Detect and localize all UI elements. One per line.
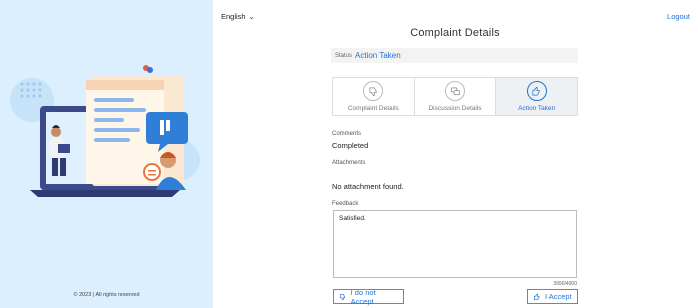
status-bar: Status Action Taken	[331, 48, 578, 63]
attachments-value: No attachment found.	[332, 182, 404, 191]
thumb-down-icon	[363, 81, 384, 101]
logout-link[interactable]: Logout	[667, 12, 690, 21]
char-counter: 3990/4000	[553, 281, 577, 287]
decline-label: I do not Accept	[350, 287, 376, 306]
copyright-text: © 2023 | All rights reserved	[73, 292, 140, 298]
tab-discussion-details[interactable]: Discussion Details	[415, 78, 497, 115]
feedback-textarea[interactable]: Satisfied.	[333, 210, 577, 278]
language-selector[interactable]: English ⌄	[221, 12, 254, 21]
tab-action-taken[interactable]: Action Taken	[496, 78, 578, 115]
main-content: English ⌄ Logout Complaint Details Statu…	[213, 0, 698, 308]
chevron-down-icon: ⌄	[248, 13, 255, 21]
tab-label: Action Taken	[518, 105, 556, 112]
thumb-down-icon	[339, 293, 346, 300]
feedback-label: Feedback	[332, 201, 359, 207]
page-title: Complaint Details	[410, 27, 500, 39]
language-label: English	[221, 12, 246, 21]
status-value: Action Taken	[355, 51, 401, 60]
status-label: Status	[335, 52, 353, 59]
thumb-up-icon	[534, 293, 540, 300]
tab-complaint-details[interactable]: Complaint Details	[333, 78, 415, 115]
accept-button[interactable]: I Accept	[527, 289, 578, 304]
tab-label: Discussion Details	[428, 105, 482, 112]
comments-label: Comments	[332, 131, 362, 137]
accept-label: I Accept	[545, 292, 572, 301]
thumb-up-icon	[526, 81, 547, 101]
tab-label: Complaint Details	[347, 105, 399, 112]
chat-icon	[445, 81, 465, 101]
detail-tabs: Complaint Details Discussion Details Act…	[332, 77, 578, 116]
left-panel: © 2023 | All rights reserved	[0, 0, 213, 308]
attachments-label: Attachments	[332, 160, 366, 166]
support-illustration	[10, 65, 200, 197]
comments-value: Completed	[332, 141, 369, 150]
decline-button[interactable]: I do not Accept	[333, 287, 404, 306]
